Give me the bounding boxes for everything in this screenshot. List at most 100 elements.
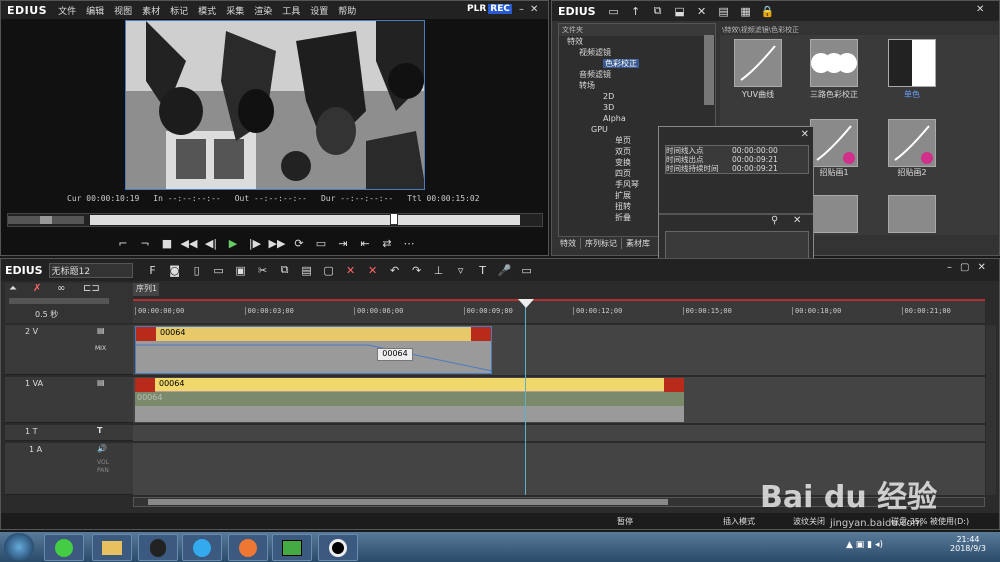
play-icon[interactable]: ▶ [223,235,243,251]
set-in-icon[interactable]: ⌐ [113,235,133,251]
panel-splitter[interactable] [659,213,813,215]
marker-icon[interactable]: ▿ [451,262,471,278]
taskbar-app-1[interactable] [44,534,84,561]
taskbar-app-5[interactable] [228,534,268,561]
taskbar-app-6[interactable] [272,534,312,561]
insert-icon[interactable]: ⇥ [333,235,353,251]
stop-icon[interactable]: ■ [157,235,177,251]
step-back-icon[interactable]: ◀| [201,235,221,251]
tree-item-effects[interactable]: 特效 [563,36,715,47]
effect-tile-sliders-2[interactable] [888,195,936,233]
tree-item-color-correction[interactable]: 色彩校正 [603,59,639,68]
tree-item-audio-filters[interactable]: 音频滤镜 [563,69,715,80]
track-header-t1[interactable]: 1 T T [5,425,133,441]
video-mute-icon[interactable]: ▤ [97,378,105,387]
menu-help[interactable]: 帮助 [333,4,361,17]
clip-va1[interactable]: 00064 00064 [135,378,684,422]
close-icon[interactable]: ✕ [530,4,538,15]
rec-button[interactable]: REC [488,4,512,14]
pin-icon[interactable]: ⚲ [771,215,778,226]
timeline-ruler[interactable]: 00:00:00;00 00:00:03;00 00:00:06;00 00:00:0… [133,299,985,323]
overwrite-icon[interactable]: ⇤ [355,235,375,251]
copy-icon[interactable]: ⧉ [275,262,295,278]
effect-tile-poster-2[interactable] [888,119,936,167]
track-header-a1[interactable]: 1 A 🔊 VOL PAN [5,443,133,495]
effect-tile-three-way[interactable] [810,39,858,87]
close-icon[interactable]: ✕ [793,215,801,226]
view-icon[interactable]: ▦ [736,3,756,19]
redo-icon[interactable]: ↷ [407,262,427,278]
apply-icon[interactable]: ⬓ [670,3,690,19]
save-icon[interactable]: ▣ [231,262,251,278]
effect-tile-sliders-1[interactable] [810,195,858,233]
tab-clip-library[interactable]: 素材库 [622,238,654,249]
clip-v2[interactable]: 00064 [135,326,493,375]
folder-icon[interactable]: ▭ [604,3,624,19]
menu-tools[interactable]: 工具 [277,4,305,17]
menu-edit[interactable]: 编辑 [81,4,109,17]
more-icon[interactable]: ⋯ [399,235,419,251]
menu-view[interactable]: 视图 [109,4,137,17]
export-icon[interactable]: ▭ [517,262,537,278]
maximize-icon[interactable]: ▢ [960,262,969,273]
open-icon[interactable]: ▭ [209,262,229,278]
video-mute-icon[interactable]: ▤ [97,326,105,335]
effect-tile-monochrome[interactable] [888,39,936,87]
menu-clip[interactable]: 素材 [137,4,165,17]
scrub-bar[interactable] [7,213,543,227]
snap-icon[interactable]: ⊥ [429,262,449,278]
taskbar-app-3[interactable] [138,534,178,561]
track-header-va1[interactable]: 1 VA ▤ [5,377,133,423]
track-header-v2[interactable]: 2 V MIX ▤ [5,325,133,375]
track-area-t1[interactable] [133,425,985,441]
tree-item-3d[interactable]: 3D [563,102,715,113]
plr-button[interactable]: PLR [467,4,486,14]
camera-icon[interactable]: ◙ [165,262,185,278]
tree-scrollbar[interactable] [704,35,714,105]
tab-effects[interactable]: 特效 [556,238,581,249]
menu-capture[interactable]: 采集 [221,4,249,17]
close-icon[interactable]: ✕ [976,4,984,15]
copy-icon[interactable]: ⧉ [648,3,668,19]
menu-settings[interactable]: 设置 [305,4,333,17]
paste-icon[interactable]: ▤ [297,262,317,278]
cut-icon[interactable]: ✂ [253,262,273,278]
effect-tile-poster-1[interactable] [810,119,858,167]
close-icon[interactable]: ✕ [977,262,985,273]
timeline-playhead[interactable] [525,299,526,495]
title-icon[interactable]: T [473,262,493,278]
tree-item-2d[interactable]: 2D [563,91,715,102]
sequence-icon[interactable]: F [143,262,163,278]
start-button[interactable] [4,533,34,561]
delete-icon[interactable]: ✕ [692,3,712,19]
taskbar-app-2[interactable] [92,534,132,561]
scrollbar-thumb[interactable] [148,499,668,505]
step-forward-icon[interactable]: |▶ [245,235,265,251]
sync-icon[interactable]: ∞ [57,283,65,294]
lock-icon[interactable]: 🔒 [758,3,778,19]
undo-icon[interactable]: ↶ [385,262,405,278]
menu-marker[interactable]: 标记 [165,4,193,17]
position-track[interactable] [90,215,520,225]
properties-icon[interactable]: ▤ [714,3,734,19]
close-icon[interactable]: ✕ [801,129,809,140]
loop-icon[interactable]: ⟳ [289,235,309,251]
scale-slider[interactable] [9,298,109,304]
delete-icon[interactable]: ✕ [341,262,361,278]
minimize-icon[interactable]: – [519,4,524,15]
output-icon[interactable]: ▭ [311,235,331,251]
replace-icon[interactable]: ▢ [319,262,339,278]
menu-render[interactable]: 渲染 [249,4,277,17]
taskbar-app-7[interactable] [318,534,358,561]
opacity-line[interactable] [136,341,493,375]
tray-icons[interactable]: ▲ ▣ ▮ ◂) [846,540,926,552]
project-name[interactable]: 无标题12 [48,262,133,278]
tree-item-video-filters[interactable]: 视频滤镜 [563,47,715,58]
rewind-icon[interactable]: ◀◀ [179,235,199,251]
set-out-icon[interactable]: ¬ [135,235,155,251]
sequence-tab[interactable]: 序列1 [133,283,159,296]
playhead-handle[interactable] [518,299,534,308]
mic-icon[interactable]: 🎤 [495,262,515,278]
new-icon[interactable]: ▯ [187,262,207,278]
scale-value[interactable]: 0.5 秒 [35,309,58,320]
